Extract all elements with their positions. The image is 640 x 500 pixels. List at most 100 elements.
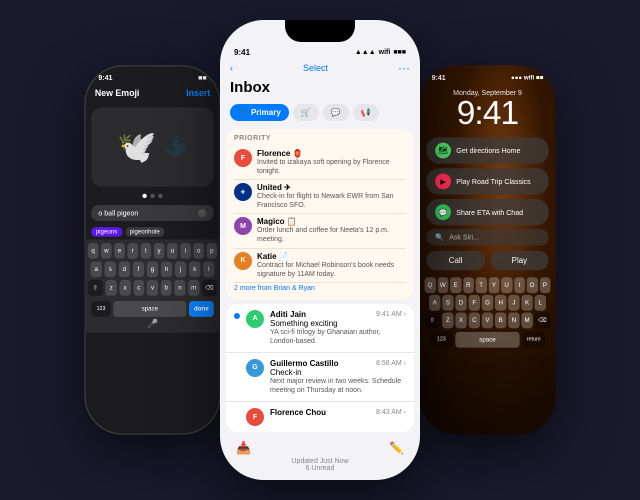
- key-g[interactable]: g: [147, 261, 158, 277]
- rkey-return[interactable]: return: [522, 332, 545, 348]
- rkey-x[interactable]: X: [455, 312, 466, 328]
- guillermo-meta: Guillermo Castillo 8:58 AM ›: [270, 359, 406, 368]
- key-delete[interactable]: ⌫: [202, 280, 217, 296]
- key-t[interactable]: t: [141, 243, 152, 259]
- key-x[interactable]: x: [120, 280, 131, 296]
- rkey-l[interactable]: L: [535, 295, 546, 311]
- rkey-n[interactable]: N: [508, 312, 519, 328]
- key-w[interactable]: w: [101, 243, 112, 259]
- select-button[interactable]: Select: [303, 63, 328, 73]
- rkey-u[interactable]: U: [501, 277, 512, 293]
- rkey-i[interactable]: I: [514, 277, 525, 293]
- right-kb-row3: ⇧ Z X C V B N M ⌫: [425, 312, 551, 328]
- rkey-j[interactable]: J: [508, 295, 519, 311]
- key-l[interactable]: l: [203, 261, 214, 277]
- edit-icon[interactable]: ✏️: [389, 441, 404, 455]
- key-shift[interactable]: ⇧: [88, 280, 103, 296]
- mail-item-guillermo[interactable]: G Guillermo Castillo 8:58 AM › Check-in …: [226, 353, 414, 402]
- suggestion-directions[interactable]: 🗺 Get directions Home: [426, 137, 548, 163]
- key-h[interactable]: h: [161, 261, 172, 277]
- rkey-b[interactable]: B: [495, 312, 506, 328]
- compose-icon[interactable]: 📥: [236, 441, 251, 455]
- key-r[interactable]: r: [127, 243, 138, 259]
- rkey-c[interactable]: C: [469, 312, 480, 328]
- key-q[interactable]: q: [88, 243, 99, 259]
- priority-item-magico[interactable]: M Magico 📋 Order lunch and coffee for Ne…: [234, 214, 406, 248]
- rkey-m[interactable]: M: [521, 312, 532, 328]
- key-num[interactable]: 123: [91, 301, 110, 317]
- key-n[interactable]: n: [174, 280, 185, 296]
- key-done[interactable]: done: [189, 301, 214, 317]
- rkey-k[interactable]: K: [521, 295, 532, 311]
- rkey-d[interactable]: D: [455, 295, 466, 311]
- key-i[interactable]: i: [180, 243, 191, 259]
- rkey-r[interactable]: R: [463, 277, 474, 293]
- mail-item-aditi[interactable]: A Aditi Jain 9:41 AM › Something excitin…: [226, 304, 414, 353]
- insert-button[interactable]: Insert: [186, 89, 210, 99]
- tab-chat[interactable]: 💬: [323, 104, 349, 121]
- rkey-a[interactable]: A: [429, 295, 440, 311]
- play-button[interactable]: Play: [490, 251, 549, 270]
- rkey-q[interactable]: Q: [425, 277, 436, 293]
- florence-content: Florence 🏮 Invited to izakaya soft openi…: [257, 149, 406, 176]
- key-v[interactable]: v: [147, 280, 158, 296]
- rkey-w[interactable]: W: [437, 277, 448, 293]
- emoji-search-bar[interactable]: o ball pigeon ×: [91, 205, 213, 221]
- priority-item-united[interactable]: ✈ United ✈ Check-in for flight to Newark…: [234, 180, 406, 214]
- key-y[interactable]: y: [154, 243, 165, 259]
- rkey-o[interactable]: O: [527, 277, 538, 293]
- key-d[interactable]: d: [119, 261, 130, 277]
- siri-ask-bar[interactable]: 🔍 Ask Siri...: [426, 229, 548, 246]
- key-a[interactable]: a: [90, 261, 101, 277]
- rkey-s[interactable]: S: [442, 295, 453, 311]
- priority-item-florence[interactable]: F Florence 🏮 Invited to izakaya soft ope…: [234, 146, 406, 180]
- tab-promo[interactable]: 📢: [353, 104, 379, 121]
- suggestion-share-eta[interactable]: 💬 Share ETA with Chad: [426, 199, 548, 225]
- florence-chou-content: Florence Chou 8:43 AM ›: [270, 408, 406, 417]
- key-space[interactable]: space: [113, 301, 186, 317]
- mail-item-florence[interactable]: F Florence Chou 8:43 AM ›: [226, 402, 414, 432]
- key-u[interactable]: u: [167, 243, 178, 259]
- rkey-f[interactable]: F: [469, 295, 480, 311]
- key-z[interactable]: z: [106, 280, 117, 296]
- back-chevron: ‹: [230, 63, 233, 73]
- rkey-v[interactable]: V: [482, 312, 493, 328]
- suggestion-1[interactable]: pigeons: [91, 227, 121, 237]
- call-play-buttons: Call Play: [419, 246, 555, 274]
- key-e[interactable]: e: [114, 243, 125, 259]
- key-k[interactable]: k: [189, 261, 200, 277]
- key-o[interactable]: o: [193, 243, 204, 259]
- back-button[interactable]: ‹: [230, 63, 233, 73]
- call-button[interactable]: Call: [426, 251, 485, 270]
- tab-shopping[interactable]: 🛒: [293, 104, 319, 121]
- rkey-p[interactable]: P: [539, 277, 550, 293]
- rkey-delete[interactable]: ⌫: [535, 312, 551, 328]
- key-j[interactable]: j: [175, 261, 186, 277]
- key-f[interactable]: f: [133, 261, 144, 277]
- suggestion-2[interactable]: pigeonhole: [125, 227, 164, 237]
- rkey-g[interactable]: G: [482, 295, 493, 311]
- key-s[interactable]: s: [105, 261, 116, 277]
- key-p[interactable]: p: [207, 243, 218, 259]
- key-b[interactable]: b: [161, 280, 172, 296]
- katie-content: Katie 📄 Contract for Michael Robinson's …: [257, 252, 406, 279]
- rkey-space[interactable]: space: [455, 332, 519, 348]
- rkey-shift[interactable]: ⇧: [425, 312, 441, 328]
- more-button[interactable]: ···: [398, 61, 410, 75]
- rkey-h[interactable]: H: [495, 295, 506, 311]
- rkey-z[interactable]: Z: [442, 312, 453, 328]
- key-c[interactable]: c: [133, 280, 144, 296]
- rkey-t[interactable]: T: [476, 277, 487, 293]
- share-eta-icon: 💬: [435, 204, 451, 220]
- new-emoji-title: New Emoji: [95, 89, 140, 99]
- rkey-num[interactable]: 123: [430, 332, 453, 348]
- search-clear-icon[interactable]: ×: [198, 209, 207, 218]
- rkey-y[interactable]: Y: [488, 277, 499, 293]
- priority-item-katie[interactable]: K Katie 📄 Contract for Michael Robinson'…: [234, 249, 406, 283]
- tab-primary[interactable]: 👤 Primary: [230, 104, 289, 121]
- mic-icon[interactable]: 🎤: [88, 320, 217, 333]
- key-m[interactable]: m: [188, 280, 199, 296]
- more-link[interactable]: 2 more from Brian & Ryan: [234, 283, 406, 294]
- rkey-e[interactable]: E: [450, 277, 461, 293]
- suggestion-music[interactable]: ▶ Play Road Trip Classics: [426, 168, 548, 194]
